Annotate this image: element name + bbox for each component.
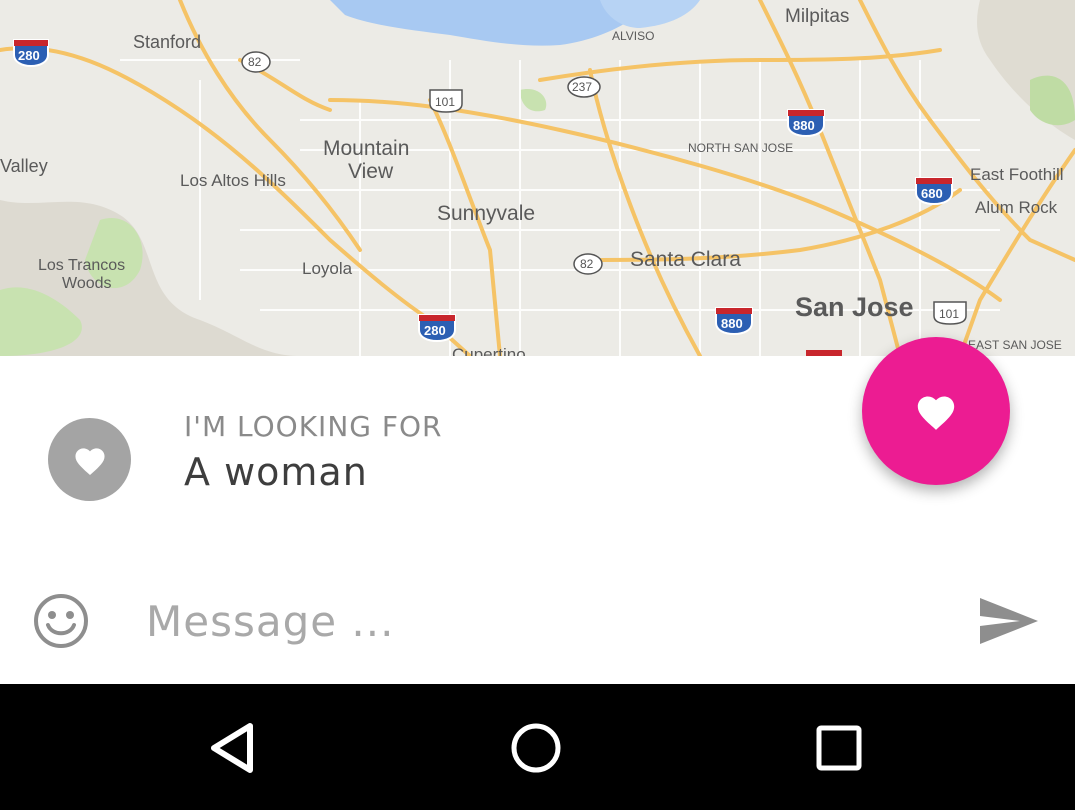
svg-text:Woods: Woods: [62, 275, 112, 292]
svg-text:101: 101: [939, 307, 959, 321]
svg-text:Milpitas: Milpitas: [785, 6, 849, 27]
map-view[interactable]: Milpitas Stanford ALVISO Mountain View N…: [0, 0, 1075, 356]
looking-for-row[interactable]: I'M LOOKING FOR A woman: [0, 400, 1075, 520]
heart-icon: [74, 447, 105, 475]
message-composer: [0, 580, 1075, 670]
svg-text:Stanford: Stanford: [133, 32, 201, 52]
svg-text:Alum Rock: Alum Rock: [975, 198, 1058, 217]
svg-text:Mountain: Mountain: [323, 137, 409, 160]
send-icon: [980, 598, 1038, 644]
back-triangle-icon: [211, 723, 253, 773]
svg-text:237: 237: [572, 80, 592, 94]
svg-text:ALVISO: ALVISO: [612, 29, 654, 43]
svg-text:NORTH SAN JOSE: NORTH SAN JOSE: [688, 141, 793, 155]
svg-text:Cupertino: Cupertino: [452, 345, 526, 356]
recents-square-icon: [816, 725, 862, 771]
emoji-button[interactable]: [32, 592, 90, 650]
svg-text:880: 880: [721, 316, 743, 331]
preference-avatar: [48, 418, 131, 501]
svg-text:Los Trancos: Los Trancos: [38, 257, 125, 274]
svg-text:East Foothill: East Foothill: [970, 165, 1064, 184]
svg-text:View: View: [348, 160, 394, 183]
back-button[interactable]: [204, 718, 264, 778]
svg-text:82: 82: [248, 55, 262, 69]
svg-text:101: 101: [435, 95, 455, 109]
message-input[interactable]: [146, 590, 946, 652]
smiley-icon: [34, 594, 88, 648]
svg-text:Sunnyvale: Sunnyvale: [437, 202, 535, 225]
looking-for-value: A woman: [184, 450, 368, 494]
svg-text:280: 280: [424, 323, 446, 338]
svg-text:82: 82: [580, 257, 594, 271]
svg-text:Los Altos Hills: Los Altos Hills: [180, 171, 286, 190]
svg-text:880: 880: [793, 118, 815, 133]
svg-text:San Jose: San Jose: [795, 292, 914, 322]
recents-button[interactable]: [809, 718, 869, 778]
system-navigation-bar: [0, 684, 1075, 810]
home-button[interactable]: [506, 718, 566, 778]
svg-text:Loyola: Loyola: [302, 259, 353, 278]
svg-text:EAST SAN JOSE: EAST SAN JOSE: [968, 338, 1062, 352]
looking-for-caption: I'M LOOKING FOR: [184, 410, 443, 443]
send-button[interactable]: [978, 596, 1040, 646]
svg-text:Valley: Valley: [0, 156, 48, 176]
home-circle-icon: [511, 723, 561, 773]
svg-text:680: 680: [921, 186, 943, 201]
svg-text:280: 280: [18, 48, 40, 63]
svg-text:Santa Clara: Santa Clara: [630, 248, 741, 271]
